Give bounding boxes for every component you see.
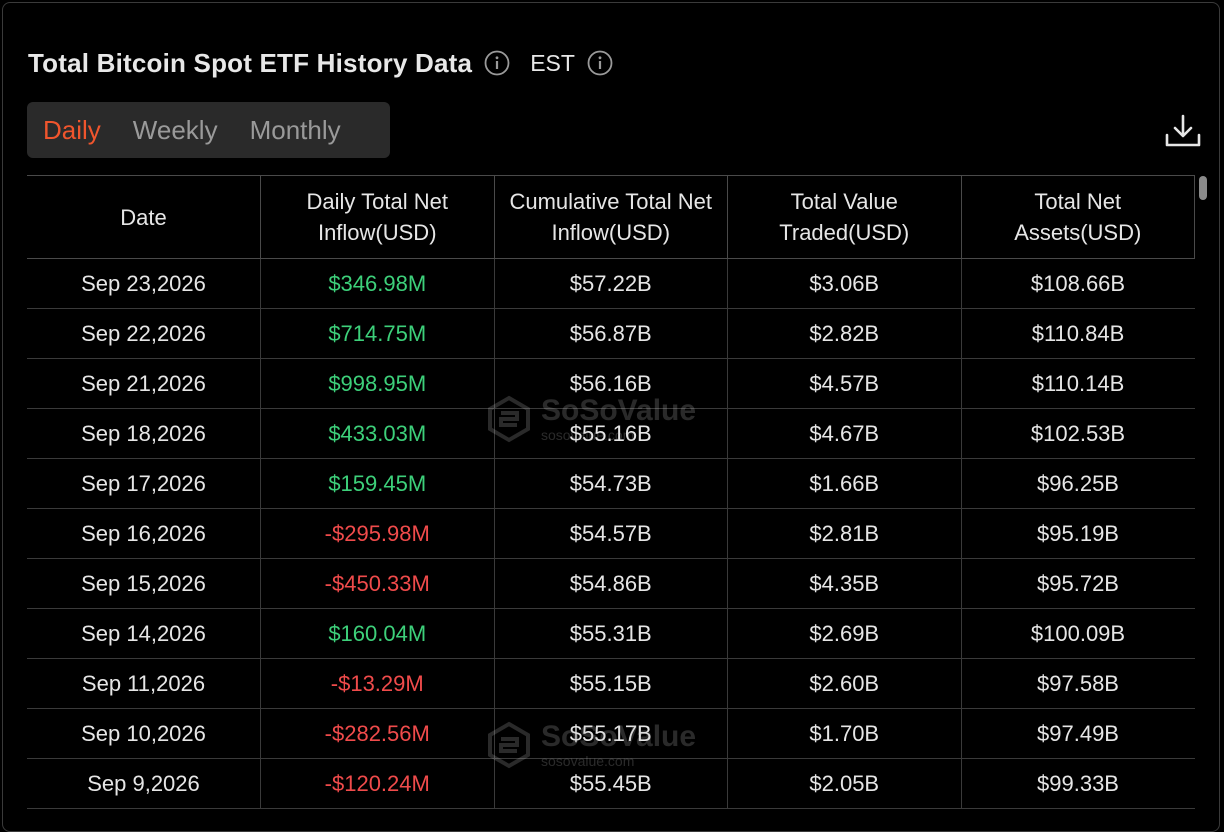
cell-date: Sep 22,2026 <box>27 308 261 359</box>
download-button[interactable] <box>1163 111 1203 151</box>
table-row[interactable]: Sep 9,2026 -$120.24M $55.45B $2.05B $99.33B <box>27 758 1195 809</box>
table-row[interactable]: Sep 23,2026 $346.98M $57.22B $3.06B $108.66B <box>27 258 1195 309</box>
column-header-cumulative-inflow[interactable]: Cumulative Total Net Inflow(USD) <box>494 175 728 259</box>
cell-cumulative-inflow: $55.45B <box>494 758 728 809</box>
cell-net-assets: $95.72B <box>961 558 1195 609</box>
table-row[interactable]: Sep 14,2026 $160.04M $55.31B $2.69B $100.09B <box>27 608 1195 659</box>
cell-date: Sep 18,2026 <box>27 408 261 459</box>
cell-daily-inflow: $433.03M <box>260 408 495 459</box>
tab-monthly[interactable]: Monthly <box>250 115 341 146</box>
cell-date: Sep 10,2026 <box>27 708 261 759</box>
cell-date: Sep 23,2026 <box>27 258 261 309</box>
timezone-label: EST <box>530 49 575 76</box>
cell-net-assets: $108.66B <box>961 258 1195 309</box>
etf-history-panel: Total Bitcoin Spot ETF History Data EST … <box>2 2 1220 832</box>
timezone-info-icon[interactable] <box>587 50 613 76</box>
cell-daily-inflow: $160.04M <box>260 608 495 659</box>
cell-net-assets: $110.14B <box>961 358 1195 409</box>
history-table: Date Daily Total Net Inflow(USD) Cumulat… <box>27 175 1195 809</box>
cell-value-traded: $4.57B <box>727 358 962 409</box>
cell-date: Sep 15,2026 <box>27 558 261 609</box>
tab-daily[interactable]: Daily <box>43 115 101 146</box>
cell-cumulative-inflow: $56.87B <box>494 308 728 359</box>
cell-value-traded: $2.69B <box>727 608 962 659</box>
cell-net-assets: $110.84B <box>961 308 1195 359</box>
cell-cumulative-inflow: $56.16B <box>494 358 728 409</box>
table-row[interactable]: Sep 11,2026 -$13.29M $55.15B $2.60B $97.58B <box>27 658 1195 709</box>
cell-net-assets: $99.33B <box>961 758 1195 809</box>
table-body: Sep 23,2026 $346.98M $57.22B $3.06B $108.66B… <box>27 258 1195 809</box>
cell-cumulative-inflow: $57.22B <box>494 258 728 309</box>
table-scrollbar[interactable] <box>1199 176 1207 200</box>
column-header-value-traded[interactable]: Total Value Traded(USD) <box>727 175 962 259</box>
cell-daily-inflow: -$295.98M <box>260 508 495 559</box>
cell-net-assets: $100.09B <box>961 608 1195 659</box>
cell-date: Sep 11,2026 <box>27 658 261 709</box>
column-header-date[interactable]: Date <box>27 175 261 259</box>
cell-net-assets: $96.25B <box>961 458 1195 509</box>
table-row[interactable]: Sep 15,2026 -$450.33M $54.86B $4.35B $95.72B <box>27 558 1195 609</box>
table-row[interactable]: Sep 21,2026 $998.95M $56.16B $4.57B $110.14B <box>27 358 1195 409</box>
cell-cumulative-inflow: $54.73B <box>494 458 728 509</box>
history-table-container: Date Daily Total Net Inflow(USD) Cumulat… <box>27 175 1195 809</box>
period-tabs: Daily Weekly Monthly <box>27 102 390 158</box>
cell-daily-inflow: -$282.56M <box>260 708 495 759</box>
cell-cumulative-inflow: $54.57B <box>494 508 728 559</box>
cell-value-traded: $2.82B <box>727 308 962 359</box>
cell-value-traded: $3.06B <box>727 258 962 309</box>
cell-daily-inflow: $714.75M <box>260 308 495 359</box>
cell-value-traded: $2.60B <box>727 658 962 709</box>
table-row[interactable]: Sep 10,2026 -$282.56M $55.17B $1.70B $97.49B <box>27 708 1195 759</box>
cell-cumulative-inflow: $55.17B <box>494 708 728 759</box>
cell-date: Sep 16,2026 <box>27 508 261 559</box>
cell-value-traded: $4.35B <box>727 558 962 609</box>
cell-value-traded: $1.70B <box>727 708 962 759</box>
cell-date: Sep 17,2026 <box>27 458 261 509</box>
tab-weekly[interactable]: Weekly <box>133 115 218 146</box>
cell-net-assets: $97.58B <box>961 658 1195 709</box>
cell-daily-inflow: $998.95M <box>260 358 495 409</box>
panel-header: Total Bitcoin Spot ETF History Data EST <box>28 43 613 83</box>
cell-value-traded: $2.05B <box>727 758 962 809</box>
cell-date: Sep 21,2026 <box>27 358 261 409</box>
cell-value-traded: $2.81B <box>727 508 962 559</box>
cell-cumulative-inflow: $54.86B <box>494 558 728 609</box>
cell-net-assets: $95.19B <box>961 508 1195 559</box>
table-row[interactable]: Sep 17,2026 $159.45M $54.73B $1.66B $96.25B <box>27 458 1195 509</box>
cell-daily-inflow: $346.98M <box>260 258 495 309</box>
cell-date: Sep 9,2026 <box>27 758 261 809</box>
cell-value-traded: $1.66B <box>727 458 962 509</box>
page-title: Total Bitcoin Spot ETF History Data <box>28 47 473 78</box>
cell-daily-inflow: -$120.24M <box>260 758 495 809</box>
cell-daily-inflow: -$13.29M <box>260 658 495 709</box>
cell-net-assets: $97.49B <box>961 708 1195 759</box>
cell-value-traded: $4.67B <box>727 408 962 459</box>
cell-net-assets: $102.53B <box>961 408 1195 459</box>
cell-date: Sep 14,2026 <box>27 608 261 659</box>
title-info-icon[interactable] <box>484 50 510 76</box>
table-header-row: Date Daily Total Net Inflow(USD) Cumulat… <box>27 175 1195 259</box>
table-row[interactable]: Sep 22,2026 $714.75M $56.87B $2.82B $110.84B <box>27 308 1195 359</box>
table-row[interactable]: Sep 18,2026 $433.03M $55.16B $4.67B $102.53B <box>27 408 1195 459</box>
column-header-daily-inflow[interactable]: Daily Total Net Inflow(USD) <box>260 175 495 259</box>
cell-cumulative-inflow: $55.16B <box>494 408 728 459</box>
cell-cumulative-inflow: $55.15B <box>494 658 728 709</box>
table-row[interactable]: Sep 16,2026 -$295.98M $54.57B $2.81B $95.19B <box>27 508 1195 559</box>
cell-daily-inflow: $159.45M <box>260 458 495 509</box>
cell-cumulative-inflow: $55.31B <box>494 608 728 659</box>
column-header-net-assets[interactable]: Total Net Assets(USD) <box>961 175 1195 259</box>
download-icon <box>1165 114 1201 147</box>
cell-daily-inflow: -$450.33M <box>260 558 495 609</box>
